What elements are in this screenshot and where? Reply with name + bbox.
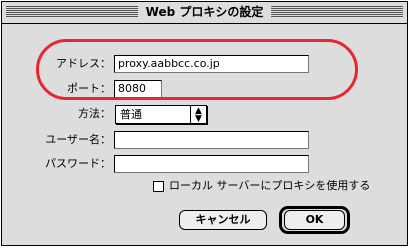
- port-label: ポート：: [67, 82, 111, 95]
- local-proxy-checkbox[interactable]: [153, 181, 164, 192]
- username-label: ユーザー名：: [45, 133, 111, 146]
- cancel-button[interactable]: キャンセル: [179, 210, 267, 230]
- address-label: アドレス：: [56, 57, 111, 70]
- up-down-arrows-icon: ▲ ▼: [190, 106, 206, 124]
- method-popup-value: 普通: [120, 108, 142, 121]
- password-label: パスワード：: [45, 157, 111, 170]
- title-bar[interactable]: Web プロキシの設定: [2, 2, 407, 24]
- dialog-title: Web プロキシの設定: [137, 4, 272, 20]
- port-field[interactable]: 8080: [114, 80, 162, 98]
- password-field[interactable]: [114, 155, 309, 173]
- proxy-settings-dialog: Web プロキシの設定 アドレス： proxy.aabbcc.co.jp ポート…: [1, 1, 408, 246]
- method-label: 方法：: [78, 107, 111, 120]
- address-field[interactable]: proxy.aabbcc.co.jp: [114, 55, 309, 73]
- username-field[interactable]: [114, 131, 309, 149]
- local-proxy-checkbox-label[interactable]: ローカル サーバーにプロキシを使用する: [169, 179, 370, 193]
- method-popup[interactable]: 普通 ▲ ▼: [115, 105, 207, 124]
- ok-button[interactable]: OK: [284, 210, 345, 230]
